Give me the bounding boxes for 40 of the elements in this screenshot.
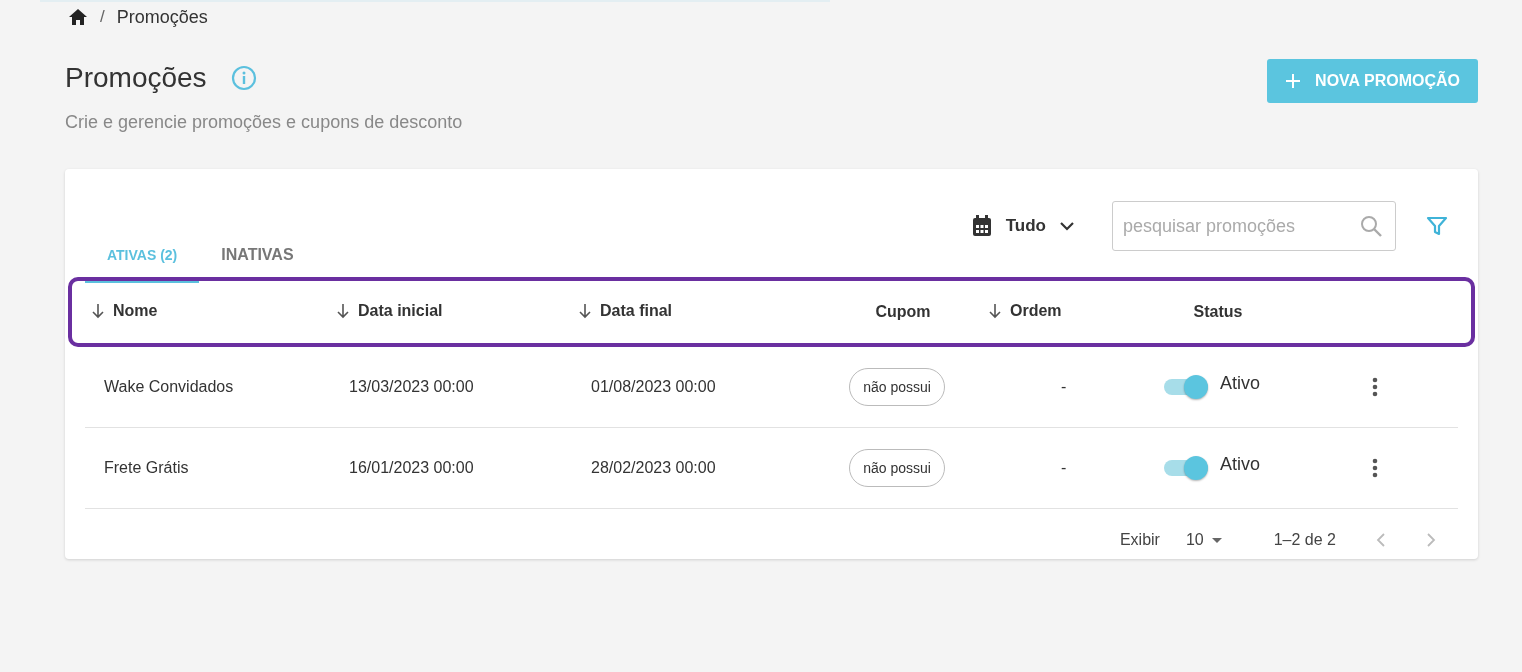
page-title: Promoções: [65, 62, 207, 94]
more-options-icon[interactable]: [1372, 457, 1378, 479]
calendar-icon: [971, 215, 992, 237]
table-cell: 01/08/2023 00:00: [591, 378, 716, 396]
more-options-icon[interactable]: [1372, 376, 1378, 398]
column-header[interactable]: Data inicial: [336, 301, 443, 320]
status-label: Ativo: [1220, 453, 1260, 475]
breadcrumb-current: Promoções: [116, 6, 208, 28]
page-range: 1–2 de 2: [1273, 531, 1336, 549]
search-icon: [1360, 215, 1382, 237]
column-header[interactable]: Data final: [578, 301, 672, 320]
home-icon[interactable]: [68, 8, 88, 26]
info-icon[interactable]: [230, 65, 257, 91]
table-cell: 13/03/2023 00:00: [349, 378, 474, 396]
plus-icon: [1285, 73, 1302, 89]
column-header[interactable]: Ordem: [988, 301, 1062, 320]
sort-arrow-icon: [336, 302, 350, 319]
table-cell-text: -: [1060, 378, 1067, 396]
date-filter-dropdown[interactable]: Tudo: [965, 214, 1080, 238]
breadcrumb-separator: /: [100, 7, 105, 27]
sort-arrow-icon: [578, 302, 592, 319]
table-cell: 16/01/2023 00:00: [349, 459, 474, 477]
table-cell: Wake Convidados: [104, 378, 234, 396]
table-cell: 28/02/2023 00:00: [591, 459, 716, 477]
status-label: Ativo: [1220, 372, 1260, 394]
filter-icon[interactable]: [1426, 215, 1448, 237]
column-header[interactable]: Nome: [91, 301, 158, 320]
chevron-down-icon: [1060, 221, 1074, 231]
sort-arrow-icon: [91, 302, 105, 319]
rows-per-page-select[interactable]: 10: [1179, 530, 1228, 550]
table-cell-text: -: [1060, 459, 1067, 477]
dropdown-caret-icon: [1211, 537, 1222, 543]
column-header[interactable]: Cupom: [875, 303, 931, 321]
tab[interactable]: INATIVAS: [199, 229, 316, 283]
rows-per-page-label: Exibir: [1119, 531, 1160, 549]
sort-arrow-icon: [988, 302, 1002, 319]
search-field[interactable]: pesquisar promoções: [1112, 201, 1396, 251]
table-cell: Frete Grátis: [104, 459, 189, 477]
column-header[interactable]: Status: [1193, 303, 1243, 321]
page-subtitle: Crie e gerencie promoções e cupons de desconto: [65, 112, 463, 133]
